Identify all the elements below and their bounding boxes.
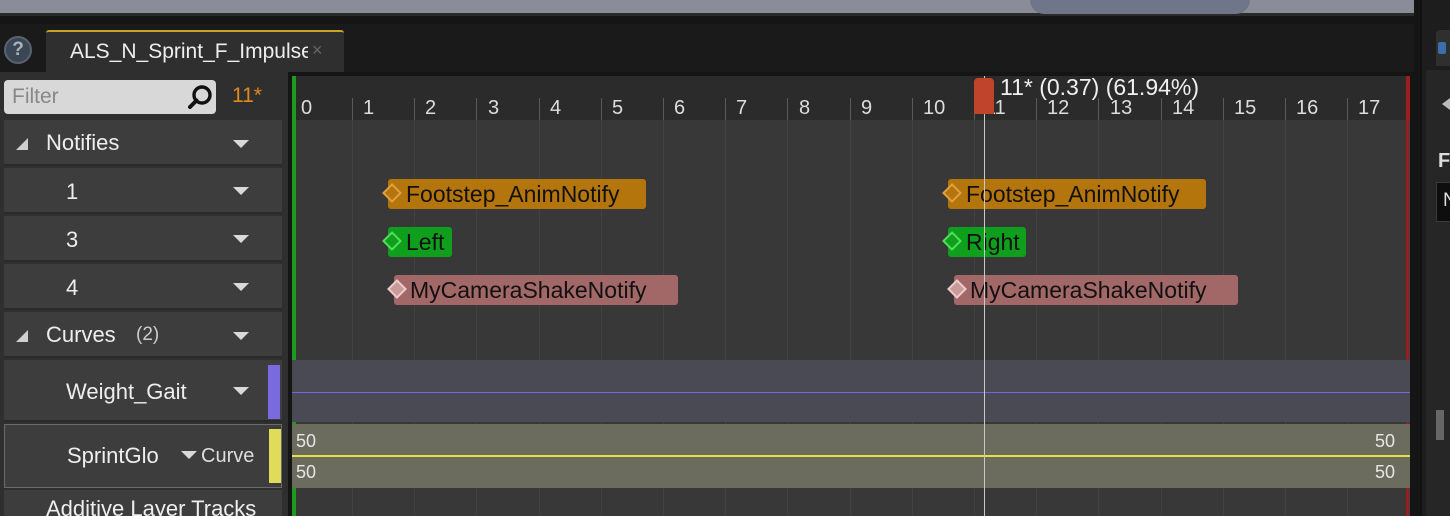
document-tab-title: ALS_N_Sprint_F_Impulse: [70, 40, 308, 63]
collapse-arrow-icon[interactable]: [1442, 98, 1450, 110]
time-ruler[interactable]: 0 1 2 3 4 5 6 7 8 9 10 11 12 13 14 15 16 17: [292, 76, 1410, 120]
details-panel-body: [1426, 70, 1450, 516]
details-scrollbar[interactable]: [1436, 410, 1444, 440]
notify-track-row[interactable]: 3: [4, 216, 282, 262]
details-panel: F N: [1420, 0, 1450, 516]
ruler-tick: [1347, 98, 1348, 120]
curve-track-label: SprintGlo: [67, 443, 159, 468]
notify-event[interactable]: MyCameraShakeNotify: [394, 275, 678, 305]
ruler-tick: [352, 98, 353, 120]
track-notifies-header[interactable]: Notifies: [4, 120, 282, 166]
ruler-tick-label: 15: [1234, 97, 1257, 119]
ruler-tick-label: 9: [861, 97, 873, 119]
search-icon[interactable]: [187, 83, 215, 111]
notify-label: Footstep_AnimNotify: [966, 181, 1180, 207]
details-tab[interactable]: [1436, 30, 1450, 66]
curve-max-right: 50: [1375, 431, 1396, 451]
timeline-area[interactable]: 0 1 2 3 4 5 6 7 8 9 10 11 12 13 14 15 16 17 50 50 50 50 F…: [292, 76, 1410, 516]
track-curves-header[interactable]: Curves (2): [4, 312, 282, 358]
notifies-label: Notifies: [46, 130, 120, 155]
ruler-tick-label: 4: [550, 97, 562, 119]
ruler-tick: [601, 98, 602, 120]
chevron-down-icon[interactable]: [233, 283, 249, 291]
chevron-down-icon[interactable]: [233, 140, 249, 148]
notify-label: MyCameraShakeNotify: [970, 277, 1207, 303]
collapse-triangle-icon[interactable]: [16, 330, 28, 342]
curve-color-swatch: [269, 429, 281, 483]
curves-label: Curves: [46, 322, 116, 347]
ruler-tick-label: 5: [612, 97, 624, 119]
notify-label: Footstep_AnimNotify: [406, 181, 620, 207]
curve-max-left: 50: [296, 431, 317, 451]
ruler-tick: [1223, 98, 1224, 120]
ruler-tick: [1036, 98, 1037, 120]
current-frame-indicator: 11*: [232, 84, 262, 107]
notify-label: MyCameraShakeNotify: [410, 277, 647, 303]
chevron-down-icon[interactable]: [181, 451, 197, 459]
playhead-readout: 11* (0.37) (61.94%): [1000, 76, 1200, 100]
playhead-handle[interactable]: [974, 78, 994, 114]
curve-track-label: Weight_Gait: [66, 379, 187, 404]
notify-event[interactable]: Footstep_AnimNotify: [388, 179, 646, 209]
curve-track-row[interactable]: SprintGlo Curve: [4, 424, 282, 488]
curve-color-swatch: [268, 365, 280, 419]
curves-count: (2): [136, 324, 160, 345]
help-icon[interactable]: ?: [4, 36, 32, 64]
collapse-triangle-icon[interactable]: [16, 138, 28, 150]
curve-type-label: Curve: [201, 445, 255, 467]
ruler-tick: [912, 98, 913, 120]
ruler-tick-label: 6: [674, 97, 686, 119]
chevron-down-icon[interactable]: [233, 387, 249, 395]
chevron-down-icon[interactable]: [233, 332, 249, 340]
notify-track-row[interactable]: 4: [4, 264, 282, 310]
ruler-tick: [850, 98, 851, 120]
ruler-tick-label: 10: [923, 97, 946, 119]
ruler-tick-label: 7: [736, 97, 748, 119]
chevron-down-icon[interactable]: [233, 187, 249, 195]
filter-input[interactable]: Filter: [4, 80, 216, 114]
ruler-tick: [1285, 98, 1286, 120]
ruler-tick: [539, 98, 540, 120]
curve-line-sprintglo: [292, 455, 1410, 457]
track-additive-header[interactable]: Additive Layer Tracks: [4, 490, 282, 516]
ruler-tick-label: 17: [1358, 97, 1381, 119]
ruler-tick: [414, 98, 415, 120]
curve-track-row[interactable]: Weight_Gait: [4, 360, 282, 422]
ruler-tick-label: 3: [488, 97, 500, 119]
close-tab-icon[interactable]: ×: [312, 40, 323, 61]
curve-min-left: 50: [296, 462, 317, 482]
curve-line-weight-gait: [292, 392, 1410, 393]
ruler-tick: [1161, 98, 1162, 120]
ruler-tick-label: 1: [363, 97, 375, 119]
ruler-tick-label: 0: [301, 97, 313, 119]
notify-label: Right: [966, 229, 1020, 255]
curve-lane-weight-gait[interactable]: [292, 360, 1410, 422]
viewport-preview-strip: [0, 0, 1414, 16]
additive-tracks-label: Additive Layer Tracks: [46, 496, 257, 516]
notify-label: Left: [406, 229, 445, 255]
curve-min-right: 50: [1375, 462, 1396, 482]
notify-event[interactable]: MyCameraShakeNotify: [954, 275, 1238, 305]
ruler-tick-label: 2: [425, 97, 437, 119]
ruler-tick: [663, 98, 664, 120]
document-tab[interactable]: ALS_N_Sprint_F_Impulse ×: [46, 30, 344, 72]
notify-track-label: 1: [66, 179, 79, 204]
notify-track-label: 3: [66, 227, 79, 252]
ruler-tick-label: 8: [799, 97, 811, 119]
ruler-tick-label: 16: [1296, 97, 1319, 119]
ruler-tick: [476, 98, 477, 120]
ruler-tick: [1098, 98, 1099, 120]
filter-placeholder: Filter: [12, 85, 59, 108]
details-heading: F: [1438, 150, 1450, 172]
playhead-line: [984, 76, 985, 516]
notify-event[interactable]: Footstep_AnimNotify: [948, 179, 1206, 209]
notify-track-label: 4: [66, 275, 79, 300]
details-field-text: N: [1443, 190, 1450, 211]
details-field[interactable]: N: [1436, 182, 1450, 222]
ruler-tick: [787, 98, 788, 120]
chevron-down-icon[interactable]: [233, 235, 249, 243]
notify-track-row[interactable]: 1: [4, 168, 282, 214]
ruler-tick: [725, 98, 726, 120]
